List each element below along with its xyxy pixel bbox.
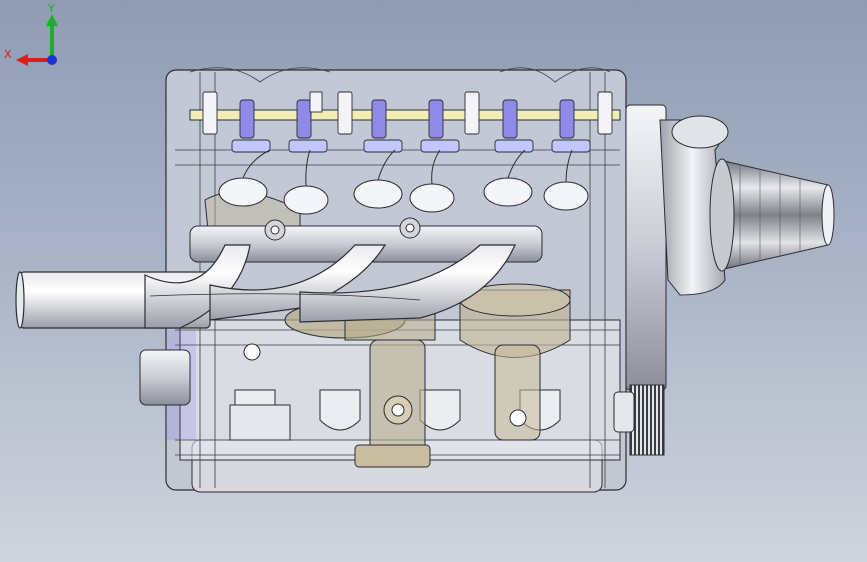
engine-model[interactable] — [0, 0, 867, 562]
y-axis-label: Y — [47, 2, 55, 15]
air-filter-assembly[interactable] — [625, 104, 835, 391]
z-axis-dot — [47, 55, 57, 65]
graphics-viewport[interactable]: Y X — [0, 0, 867, 562]
coordinate-triad: Y X — [4, 2, 58, 66]
x-axis-label: X — [4, 48, 12, 61]
